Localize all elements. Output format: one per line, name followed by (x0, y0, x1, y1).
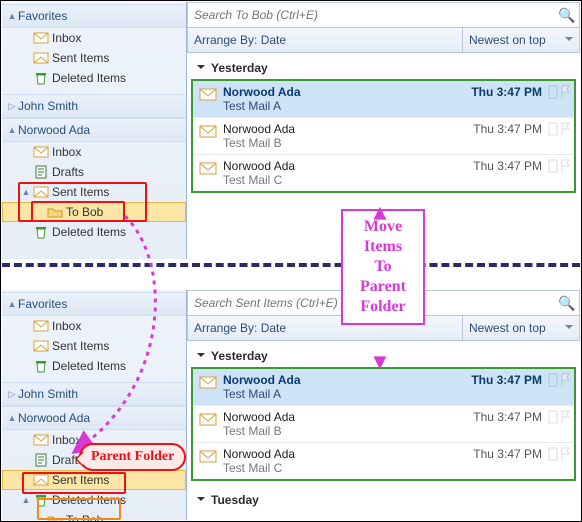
arrange-by-button[interactable]: Arrange By: Date (188, 33, 462, 47)
favorites-header[interactable]: ▲Favorites (2, 4, 186, 28)
messages-box: Norwood AdaTest Mail A Thu 3:47 PM Norwo… (191, 367, 576, 481)
message-row[interactable]: Norwood AdaTest Mail B Thu 3:47 PM (193, 406, 574, 443)
group-yesterday[interactable]: Yesterday (187, 53, 580, 79)
favorites-header[interactable]: ▲Favorites (2, 292, 186, 316)
annot-arrow-down: ▼ (369, 349, 391, 375)
flag-icon[interactable] (560, 373, 570, 387)
message-row[interactable]: Norwood AdaTest Mail C Thu 3:47 PM (193, 443, 574, 479)
trash-icon (32, 492, 50, 508)
account2-header[interactable]: ▲Norwood Ada (2, 406, 186, 430)
search-icon[interactable]: 🔍 (555, 7, 579, 24)
flag-icon[interactable] (560, 122, 570, 136)
message-row[interactable]: Norwood AdaTest Mail B Thu 3:47 PM (193, 118, 574, 155)
nav-deleted[interactable]: Deleted Items (2, 68, 186, 88)
trash-icon (32, 224, 50, 240)
group-tuesday[interactable]: Tuesday (187, 485, 580, 511)
nav-inbox-2[interactable]: Inbox (2, 142, 186, 162)
category-icon[interactable] (548, 447, 558, 461)
account1-header[interactable]: ▷John Smith (2, 94, 186, 118)
folder-icon (46, 512, 64, 522)
nav-deleted-2[interactable]: ▲Deleted Items (2, 490, 186, 510)
nav-sent[interactable]: Sent Items (2, 48, 186, 68)
drafts-icon (32, 164, 50, 180)
nav-sent-2[interactable]: Sent Items (2, 470, 186, 490)
nav-drafts[interactable]: Drafts (2, 162, 186, 182)
flag-icon[interactable] (560, 410, 570, 424)
category-icon[interactable] (548, 373, 558, 387)
trash-icon (32, 358, 50, 374)
nav-inbox[interactable]: Inbox (2, 28, 186, 48)
message-row[interactable]: Norwood AdaTest Mail A Thu 3:47 PM (193, 81, 574, 118)
category-icon[interactable] (548, 85, 558, 99)
divider (2, 263, 580, 267)
account1-header[interactable]: ▷John Smith (2, 382, 186, 406)
inbox-icon (32, 318, 50, 334)
folder-icon (46, 204, 64, 220)
sent-icon (32, 472, 50, 488)
sent-icon (32, 184, 50, 200)
drafts-icon (32, 452, 50, 468)
account1-label: John Smith (18, 99, 78, 113)
search-input[interactable] (188, 6, 555, 24)
annot-arrow-up: ▼ (369, 201, 391, 227)
envelope-icon (199, 87, 217, 101)
category-icon[interactable] (548, 159, 558, 173)
account2-header[interactable]: ▲Norwood Ada (2, 118, 186, 142)
nav-deleted[interactable]: Deleted Items (2, 356, 186, 376)
nav-deleted-2[interactable]: Deleted Items (2, 222, 186, 242)
nav-to-bob[interactable]: To Bob (2, 202, 186, 222)
nav-inbox[interactable]: Inbox (2, 316, 186, 336)
flag-icon[interactable] (560, 447, 570, 461)
inbox-icon (32, 144, 50, 160)
inbox-icon (32, 432, 50, 448)
favorites-label: Favorites (18, 9, 67, 23)
nav-sent[interactable]: Sent Items (2, 336, 186, 356)
folder-nav-top: ▲Favorites Inbox Sent Items Deleted Item… (2, 2, 187, 259)
category-icon[interactable] (548, 122, 558, 136)
messages-box: Norwood AdaTest Mail A Thu 3:47 PM Norwo… (191, 79, 576, 193)
category-icon[interactable] (548, 410, 558, 424)
annot-callout-parent: Parent Folder (79, 443, 186, 471)
flag-icon[interactable] (560, 159, 570, 173)
account2-label: Norwood Ada (18, 123, 90, 137)
sent-icon (32, 50, 50, 66)
flag-icon[interactable] (560, 85, 570, 99)
nav-to-bob[interactable]: To Bob (2, 510, 186, 522)
sent-icon (32, 338, 50, 354)
search-bar: 🔍 (187, 2, 580, 28)
envelope-icon (199, 412, 217, 426)
envelope-icon (199, 161, 217, 175)
sort-order-button[interactable]: Newest on top (462, 28, 579, 52)
trash-icon (32, 70, 50, 86)
envelope-icon (199, 375, 217, 389)
inbox-icon (32, 30, 50, 46)
nav-sent-2[interactable]: ▲Sent Items (2, 182, 186, 202)
search-icon[interactable]: 🔍 (555, 295, 579, 312)
folder-nav-bot: ▲Favorites Inbox Sent Items Deleted Item… (2, 290, 187, 520)
envelope-icon (199, 449, 217, 463)
sort-order-button[interactable]: Newest on top (462, 316, 579, 340)
arrange-bar: Arrange By: Date Newest on top (187, 28, 580, 53)
envelope-icon (199, 124, 217, 138)
message-row[interactable]: Norwood AdaTest Mail C Thu 3:47 PM (193, 155, 574, 191)
